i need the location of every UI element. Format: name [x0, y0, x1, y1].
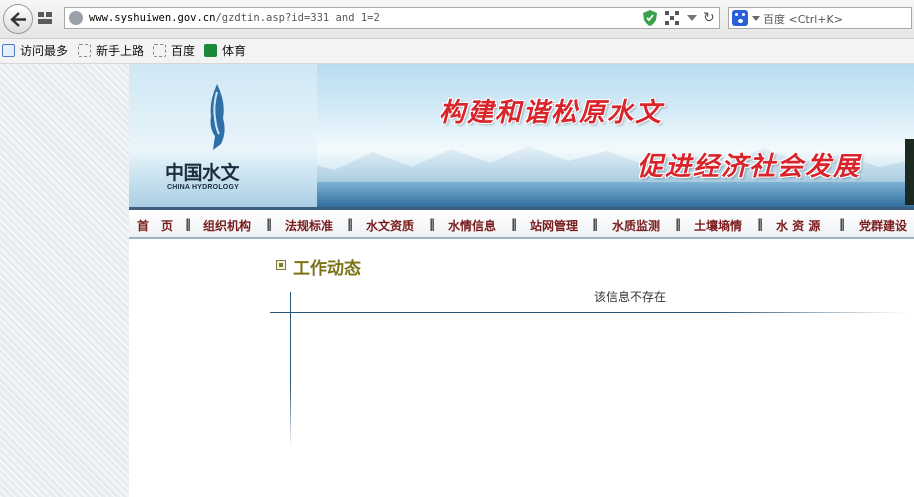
- chevron-down-icon[interactable]: [687, 15, 697, 21]
- baidu-paw-icon[interactable]: [732, 10, 748, 26]
- side-panel-edge: [905, 139, 914, 205]
- page-background-pattern: [0, 64, 129, 497]
- water-drop-logo-icon: [210, 84, 225, 150]
- logo-english-text: CHINA HYDROLOGY: [167, 184, 239, 191]
- blank-page-icon: [78, 44, 91, 57]
- bookmarks-bar: 访问最多 新手上路 百度 体育: [0, 39, 914, 64]
- nav-separator: ‖: [429, 217, 435, 231]
- nav-separator: ‖: [511, 217, 517, 231]
- nav-item-regulations[interactable]: 法规标准: [285, 217, 333, 234]
- bookmark-label: 新手上路: [96, 44, 145, 58]
- logo-panel[interactable]: 中国水文 CHINA HYDROLOGY: [129, 64, 317, 207]
- nav-separator: ‖: [757, 217, 763, 231]
- back-button[interactable]: [3, 4, 33, 34]
- nav-separator: ‖: [592, 217, 598, 231]
- blank-page-icon: [153, 44, 166, 57]
- nav-item-water-info[interactable]: 水情信息: [448, 217, 496, 234]
- site-banner: 中国水文 CHINA HYDROLOGY 构建和谐松原水文 促进经济社会发展: [129, 64, 914, 207]
- address-bar[interactable]: www.syshuiwen.gov.cn/gzdtin.asp?id=331 a…: [64, 7, 720, 29]
- magnifier-icon: [2, 44, 15, 57]
- bookmark-label: 百度: [171, 44, 196, 58]
- search-placeholder[interactable]: 百度 <Ctrl+K>: [763, 11, 843, 27]
- bookmark-getting-started[interactable]: 新手上路: [78, 43, 144, 59]
- nav-separator: ‖: [266, 217, 272, 231]
- nav-item-soil-moisture[interactable]: 土壤墒情: [694, 217, 742, 234]
- qr-code-icon[interactable]: [665, 11, 679, 25]
- main-navigation: 首 页 ‖ 组织机构 ‖ 法规标准 ‖ 水文资质 ‖ 水情信息 ‖ 站网管理 ‖…: [129, 207, 914, 239]
- globe-icon: [69, 11, 83, 25]
- banner-slogan-1: 构建和谐松原水文: [439, 98, 664, 128]
- right-side-panel: [905, 262, 914, 497]
- search-box[interactable]: 百度 <Ctrl+K>: [728, 7, 912, 29]
- bookmark-baidu[interactable]: 百度: [153, 43, 195, 59]
- section-bullet-icon: [276, 260, 286, 270]
- url-text[interactable]: www.syshuiwen.gov.cn/gzdtin.asp?id=331 a…: [89, 12, 380, 24]
- reload-icon[interactable]: ↻: [703, 10, 715, 26]
- shield-icon[interactable]: [643, 10, 657, 26]
- nav-item-qualification[interactable]: 水文资质: [366, 217, 414, 234]
- bookmark-most-visited[interactable]: 访问最多: [2, 43, 68, 59]
- bookmark-label: 体育: [222, 44, 247, 58]
- nav-item-organization[interactable]: 组织机构: [203, 217, 251, 234]
- bookmark-sports[interactable]: 体育: [204, 43, 246, 59]
- url-path: /gzdtin.asp?id=331 and 1=2: [215, 12, 380, 24]
- url-host: www.syshuiwen.gov.cn: [89, 12, 216, 24]
- not-found-message: 该信息不存在: [594, 290, 667, 304]
- logo-chinese-text: 中国水文: [165, 162, 240, 184]
- banner-slogan-2: 促进经济社会发展: [637, 152, 862, 182]
- bookmark-label: 访问最多: [20, 44, 69, 58]
- back-arrow-icon: [10, 12, 26, 27]
- nav-separator: ‖: [347, 217, 353, 231]
- nav-item-water-resources[interactable]: 水 资 源: [776, 217, 820, 234]
- nav-item-home[interactable]: 首 页: [137, 217, 173, 234]
- nav-item-station-management[interactable]: 站网管理: [530, 217, 578, 234]
- nav-separator: ‖: [675, 217, 681, 231]
- browser-toolbar: www.syshuiwen.gov.cn/gzdtin.asp?id=331 a…: [0, 0, 914, 39]
- vertical-rule: [290, 292, 291, 448]
- search-engine-dropdown-icon[interactable]: [752, 16, 760, 21]
- apps-grid-icon[interactable]: [38, 10, 56, 26]
- nav-item-party-building[interactable]: 党群建设: [859, 217, 907, 234]
- nav-separator: ‖: [839, 217, 845, 231]
- section-title: 工作动态: [293, 259, 361, 279]
- horizontal-rule: [270, 312, 906, 313]
- sports-icon: [204, 44, 217, 57]
- nav-separator: ‖: [185, 217, 191, 231]
- nav-item-water-quality[interactable]: 水质监测: [612, 217, 660, 234]
